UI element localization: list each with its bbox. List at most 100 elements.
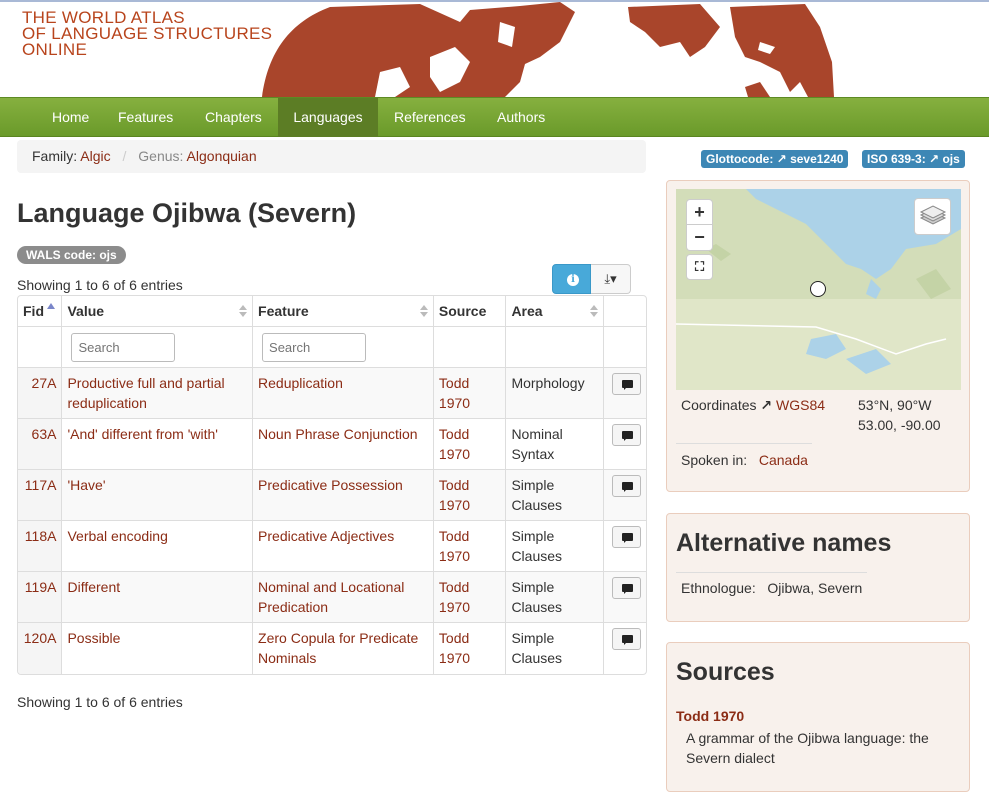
- location-map[interactable]: + − ⛶: [676, 189, 961, 390]
- divider: [676, 572, 867, 573]
- action-cell: [602, 367, 646, 419]
- fid-link[interactable]: 120A: [24, 630, 57, 646]
- source-link[interactable]: Todd 1970: [439, 426, 470, 462]
- fid-link[interactable]: 118A: [25, 528, 57, 544]
- feature-link[interactable]: Reduplication: [258, 375, 343, 391]
- source-description: A grammar of the Ojibwa language: the Se…: [686, 730, 929, 766]
- comment-button[interactable]: [611, 526, 641, 548]
- source-ref-link[interactable]: Todd 1970: [676, 708, 744, 724]
- ethnologue-label: Ethnologue:: [681, 580, 756, 596]
- header-value[interactable]: Value: [61, 296, 253, 327]
- value-link[interactable]: Possible: [67, 630, 120, 646]
- alt-names-row: Ethnologue: Ojibwa, Severn: [681, 580, 862, 596]
- filter-cell-empty: [602, 326, 646, 368]
- value-search-input[interactable]: [71, 333, 176, 362]
- comment-button[interactable]: [611, 628, 641, 650]
- comment-icon: [621, 431, 633, 441]
- nav-features[interactable]: Features: [103, 98, 188, 137]
- spoken-in-row: Spoken in: Canada: [681, 452, 808, 468]
- fid-cell: 117A: [18, 469, 62, 521]
- zoom-out-button[interactable]: −: [686, 225, 713, 251]
- iso-badge[interactable]: ISO 639-3: ↗ ojs: [862, 150, 965, 168]
- value-link[interactable]: Verbal encoding: [67, 528, 167, 544]
- breadcrumb-separator: /: [122, 148, 127, 164]
- fid-cell: 118A: [18, 520, 62, 572]
- header-fid[interactable]: Fid: [18, 296, 62, 327]
- value-link[interactable]: Different: [67, 579, 120, 595]
- value-cell: Different: [61, 571, 253, 623]
- area-cell: Simple Clauses: [505, 469, 604, 521]
- header-area[interactable]: Area: [505, 296, 604, 327]
- table-info-bottom: Showing 1 to 6 of 6 entries: [17, 694, 183, 710]
- comment-button[interactable]: [611, 373, 641, 395]
- info-button[interactable]: i: [552, 264, 591, 294]
- value-link[interactable]: 'And' different from 'with': [67, 426, 218, 442]
- table-action-buttons: i ⤓▾: [552, 264, 631, 294]
- table-info-top: Showing 1 to 6 of 6 entries: [17, 277, 183, 293]
- filter-cell-feature: [252, 326, 434, 368]
- fid-link[interactable]: 117A: [25, 477, 57, 493]
- value-link[interactable]: 'Have': [67, 477, 105, 493]
- external-link-icon: ↗: [760, 397, 773, 413]
- feature-link[interactable]: Predicative Adjectives: [258, 528, 394, 544]
- feature-link[interactable]: Predicative Possession: [258, 477, 403, 493]
- table-row: 119A Different Nominal and Locational Pr…: [18, 571, 646, 623]
- download-icon: ⤓▾: [604, 271, 617, 286]
- feature-link[interactable]: Nominal and Locational Predication: [258, 579, 404, 615]
- feature-cell: Nominal and Locational Predication: [252, 571, 434, 623]
- alt-names-title: Alternative names: [676, 529, 892, 557]
- nav-authors[interactable]: Authors: [482, 98, 560, 137]
- area-cell: Simple Clauses: [505, 622, 604, 674]
- source-link[interactable]: Todd 1970: [439, 630, 470, 666]
- source-link[interactable]: Todd 1970: [439, 375, 470, 411]
- comment-button[interactable]: [611, 577, 641, 599]
- source-link[interactable]: Todd 1970: [439, 528, 470, 564]
- filter-cell-empty: [505, 326, 604, 368]
- fullscreen-button[interactable]: ⛶: [686, 254, 713, 280]
- sort-icon: [589, 305, 598, 317]
- value-cell: 'Have': [61, 469, 253, 521]
- layers-button[interactable]: [914, 198, 951, 235]
- external-link-icon: ↗: [776, 152, 787, 166]
- fid-link[interactable]: 27A: [32, 375, 57, 391]
- source-link[interactable]: Todd 1970: [439, 579, 470, 615]
- comment-button[interactable]: [611, 475, 641, 497]
- filter-cell-empty: [432, 326, 506, 368]
- fid-link[interactable]: 119A: [25, 579, 57, 595]
- value-link[interactable]: Productive full and partial reduplicatio…: [67, 375, 224, 411]
- nav-languages[interactable]: Languages: [278, 98, 378, 137]
- feature-link[interactable]: Zero Copula for Predicate Nominals: [258, 630, 418, 666]
- area-cell: Simple Clauses: [505, 520, 604, 572]
- sort-icon: [239, 305, 248, 317]
- feature-link[interactable]: Noun Phrase Conjunction: [258, 426, 418, 442]
- action-cell: [602, 418, 646, 470]
- country-link[interactable]: Canada: [759, 452, 808, 468]
- table-row: 120A Possible Zero Copula for Predicate …: [18, 622, 646, 674]
- nav-references[interactable]: References: [379, 98, 481, 137]
- zoom-in-button[interactable]: +: [686, 199, 713, 225]
- site-logo[interactable]: THE WORLD ATLAS OF LANGUAGE STRUCTURES O…: [22, 9, 272, 58]
- datum-link[interactable]: WGS84: [776, 397, 825, 413]
- header-feature[interactable]: Feature: [252, 296, 434, 327]
- source-link[interactable]: Todd 1970: [439, 477, 470, 513]
- layers-icon: [919, 205, 947, 225]
- nav-home[interactable]: Home: [37, 98, 104, 137]
- sort-asc-icon: [47, 303, 55, 309]
- glottocode-badge[interactable]: Glottocode: ↗ seve1240: [701, 150, 849, 168]
- nav-chapters[interactable]: Chapters: [190, 98, 277, 137]
- feature-search-input[interactable]: [262, 333, 367, 362]
- comment-button[interactable]: [611, 424, 641, 446]
- filter-cell-empty: [18, 326, 62, 368]
- genus-link[interactable]: Algonquian: [187, 148, 257, 164]
- family-link[interactable]: Algic: [80, 148, 110, 164]
- filter-cell-value: [61, 326, 253, 368]
- language-marker[interactable]: [810, 281, 826, 297]
- sources-title: Sources: [676, 658, 775, 686]
- feature-cell: Zero Copula for Predicate Nominals: [252, 622, 434, 674]
- download-button[interactable]: ⤓▾: [591, 264, 631, 294]
- value-cell: Productive full and partial reduplicatio…: [61, 367, 253, 419]
- fid-link[interactable]: 63A: [32, 426, 57, 442]
- action-cell: [602, 622, 646, 674]
- iso-value: ojs: [942, 152, 960, 166]
- info-icon: i: [567, 274, 579, 286]
